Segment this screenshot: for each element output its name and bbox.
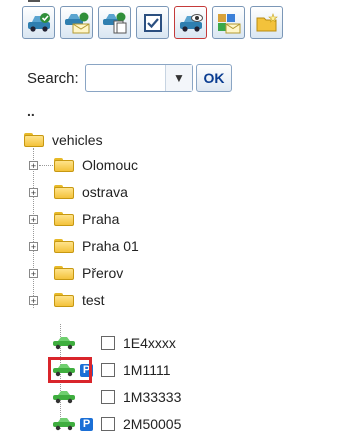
tree-vehicle-item[interactable]: P 2M50005 bbox=[52, 412, 181, 436]
tree-folder-olomouc[interactable]: + Olomouc bbox=[29, 153, 138, 177]
vehicle-checkbox[interactable] bbox=[101, 363, 115, 377]
expand-icon[interactable]: + bbox=[29, 187, 38, 197]
folder-icon bbox=[54, 266, 74, 280]
vehicle-checkbox[interactable] bbox=[101, 390, 115, 404]
tree-folder-label: Praha bbox=[82, 211, 120, 227]
expand-icon[interactable]: + bbox=[29, 241, 38, 251]
tree-folder-ostrava[interactable]: + ostrava bbox=[29, 180, 128, 204]
tree-vehicle-item[interactable]: 1M33333 bbox=[52, 385, 181, 409]
expand-icon[interactable]: + bbox=[29, 295, 38, 305]
vehicle-checkbox[interactable] bbox=[101, 336, 115, 350]
vehicle-label: 1M1111 bbox=[123, 362, 171, 378]
tree-folder-praha-01[interactable]: + Praha 01 bbox=[29, 234, 139, 258]
tree-folder-label: Přerov bbox=[82, 265, 124, 281]
vehicle-label: 1M33333 bbox=[123, 389, 182, 405]
expand-icon[interactable]: + bbox=[29, 214, 38, 224]
folder-icon bbox=[54, 239, 74, 253]
parking-icon: P bbox=[80, 417, 93, 431]
vehicle-label: 1E4xxxx bbox=[123, 335, 176, 351]
tree-folder-test[interactable]: + test bbox=[29, 288, 105, 312]
expand-icon[interactable]: + bbox=[29, 160, 38, 170]
tree-folder-prerov[interactable]: + Přerov bbox=[29, 261, 123, 285]
tree-root-label: vehicles bbox=[52, 132, 103, 148]
tree-vehicle-item[interactable]: 1E4xxxx bbox=[52, 331, 176, 355]
tree-root[interactable]: vehicles bbox=[24, 128, 103, 152]
folder-icon bbox=[54, 158, 74, 172]
tree-folder-label: Praha 01 bbox=[82, 238, 139, 254]
tree-folder-label: test bbox=[82, 292, 105, 308]
folder-icon bbox=[54, 185, 74, 199]
car-icon bbox=[53, 391, 75, 404]
tree-folder-label: ostrava bbox=[82, 184, 128, 200]
vehicle-checkbox[interactable] bbox=[101, 417, 115, 431]
selection-highlight bbox=[48, 357, 92, 383]
car-icon bbox=[53, 418, 75, 431]
car-icon bbox=[53, 337, 75, 350]
folder-icon bbox=[24, 133, 44, 147]
vehicle-label: 2M50005 bbox=[123, 416, 182, 432]
folder-icon bbox=[54, 293, 74, 307]
vehicle-tree: vehicles + Olomouc + ostrava + Praha + P… bbox=[0, 0, 352, 445]
expand-icon[interactable]: + bbox=[29, 268, 38, 278]
tree-folder-praha[interactable]: + Praha bbox=[29, 207, 119, 231]
tree-folder-label: Olomouc bbox=[82, 157, 139, 173]
folder-icon bbox=[54, 212, 74, 226]
